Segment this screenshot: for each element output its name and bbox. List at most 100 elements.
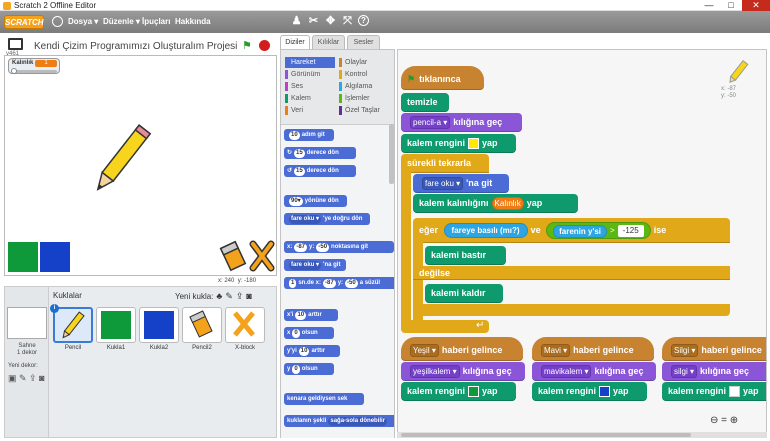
message-dropdown[interactable]: Silgi ▾ (671, 344, 699, 358)
stage-thumbnail[interactable] (7, 307, 47, 339)
when-receive-eraser-block[interactable]: Silgi ▾ haberi gelince (662, 337, 766, 361)
greater-than-operator[interactable]: farenin y'si > -125 (546, 222, 651, 240)
message-dropdown[interactable]: Mavi ▾ (541, 344, 571, 358)
compare-value-input[interactable]: -125 (617, 225, 644, 238)
duplicate-person-icon[interactable]: ♟ (290, 15, 303, 28)
cut-stamp-icon[interactable]: ✂ (307, 15, 320, 28)
new-backdrop-tools[interactable]: ▣ ✎ ⇪ ◙ (8, 373, 45, 384)
paint-sprite-icon[interactable]: ✎ (225, 291, 233, 301)
script-area-scrollbar[interactable] (397, 432, 767, 438)
pen-color-swatch[interactable] (599, 386, 611, 398)
zoom-reset-icon[interactable]: = (721, 415, 727, 426)
category-sensing[interactable]: Algılama (339, 81, 391, 92)
zoom-in-icon[interactable]: ⊕ (730, 415, 738, 426)
sprite-thumb-pencil2[interactable]: Pencil2 (182, 307, 222, 355)
category-data[interactable]: Veri (285, 105, 335, 116)
stage-canvas[interactable]: Kalınlık 1 (4, 55, 277, 276)
watcher-slider[interactable] (13, 70, 57, 73)
stop-icon[interactable] (259, 40, 270, 51)
camera-icon[interactable]: ◙ (246, 291, 251, 301)
variable-watcher[interactable]: Kalınlık 1 (8, 58, 60, 74)
shrink-icon[interactable]: ⤧ (341, 15, 354, 28)
costume-dropdown[interactable]: mavikalem ▾ (541, 365, 592, 379)
change-y-block[interactable]: y'yi 10 arttır (284, 345, 340, 357)
costume-dropdown[interactable]: yeşilkalem ▾ (410, 365, 460, 379)
switch-costume-blue-block[interactable]: mavikalem ▾ kılığına geç (532, 362, 656, 381)
message-dropdown[interactable]: Yeşil ▾ (410, 344, 439, 358)
set-x-block[interactable]: x 0 olsun (284, 327, 334, 339)
tab-scripts[interactable]: Diziler (280, 35, 310, 49)
menu-file[interactable]: Dosya ▾ (68, 17, 98, 26)
green-flag-icon[interactable]: ⚑ (242, 39, 252, 52)
costume-dropdown[interactable]: pencil-a ▾ (410, 116, 451, 130)
pen-color-swatch[interactable] (468, 138, 480, 150)
script-area[interactable]: ⚑ tıklanınca temizle pencil-a ▾ kılığına g… (397, 49, 767, 438)
pencil-sprite[interactable] (85, 121, 155, 201)
set-pen-color-blue-block[interactable]: kalem rengini yap (532, 382, 647, 401)
language-globe-icon[interactable] (52, 16, 63, 27)
menu-tips[interactable]: İpuçları (142, 17, 170, 26)
mouse-down-sensor[interactable]: fareye basılı (mı?) (443, 223, 528, 239)
rotation-style-block[interactable]: kuklanın şekli sağa-sola dönebilir (284, 415, 394, 427)
pen-down-block[interactable]: kalemi bastır (425, 246, 506, 265)
zoom-out-icon[interactable]: ⊖ (710, 415, 718, 426)
fullscreen-icon[interactable] (8, 38, 23, 50)
glide-block[interactable]: 1 sn.de x: -87 y: -50 a süzül (284, 277, 394, 289)
x-block-sprite[interactable] (249, 240, 275, 272)
category-motion[interactable]: Hareket (285, 57, 335, 68)
green-color-block[interactable] (8, 242, 38, 272)
sprite-library-icon[interactable]: ♣ (216, 291, 222, 301)
clear-block[interactable]: temizle (401, 93, 449, 112)
goto-dropdown[interactable]: fare oku ▾ (422, 177, 464, 191)
move-steps-block[interactable]: 10 adım git (284, 129, 334, 141)
minimize-button[interactable]: — (698, 0, 720, 11)
if-else-block[interactable]: eğer fareye basılı (mı?) ve farenin y'si >… (413, 218, 730, 243)
palette-scrollbar[interactable] (389, 124, 394, 184)
blue-color-block[interactable] (40, 242, 70, 272)
set-pen-color-block[interactable]: kalem rengini yap (401, 134, 516, 153)
mouse-y-reporter[interactable]: farenin y'si (553, 224, 608, 238)
pen-color-swatch[interactable] (729, 386, 741, 398)
costume-dropdown[interactable]: silgi ▾ (671, 365, 698, 379)
pen-up-block[interactable]: kalemi kaldır (425, 284, 503, 303)
go-to-block[interactable]: fare oku ▾'na git (413, 174, 509, 193)
upload-sprite-icon[interactable]: ⇪ (236, 291, 244, 301)
when-receive-green-block[interactable]: Yeşil ▾ haberi gelince (401, 337, 523, 361)
project-title[interactable]: Kendi Çizim Programımızı Oluşturalım Pro… (34, 41, 237, 52)
set-pen-size-block[interactable]: kalem kalınlığını Kalınlık yap (413, 194, 578, 213)
go-to-block[interactable]: fare oku ▾'na git (284, 259, 346, 271)
sprite-thumb-kukla2[interactable]: Kukla2 (139, 307, 179, 355)
scratch-logo[interactable]: SCRATCH (4, 15, 44, 29)
category-pen[interactable]: Kalem (285, 93, 335, 104)
sprite-thumb-pencil[interactable]: i Pencil (50, 304, 93, 355)
go-to-xy-block[interactable]: x: -87 y: -50 noktasına git (284, 241, 394, 253)
set-y-block[interactable]: y 0 olsun (284, 363, 334, 375)
turn-right-block[interactable]: ↻ 15 derece dön (284, 147, 356, 159)
menu-about[interactable]: Hakkında (175, 17, 211, 26)
category-events[interactable]: Olaylar (339, 57, 391, 68)
menu-edit[interactable]: Düzenle ▾ (103, 17, 140, 26)
grow-icon[interactable]: ✥ (324, 15, 337, 28)
bounce-block[interactable]: kenara geldiysen sek (284, 393, 364, 405)
close-button[interactable]: ✕ (742, 0, 770, 11)
switch-costume-green-block[interactable]: yeşilkalem ▾ kılığına geç (401, 362, 525, 381)
tab-sounds[interactable]: Sesler (347, 35, 380, 49)
switch-costume-block[interactable]: pencil-a ▾ kılığına geç (401, 113, 522, 132)
switch-costume-eraser-block[interactable]: silgi ▾ kılığına geç (662, 362, 766, 381)
forever-block[interactable]: sürekli tekrarla (401, 154, 489, 173)
turn-left-block[interactable]: ↺ 15 derece dön (284, 165, 356, 177)
point-direction-block[interactable]: 90▾ yönüne dön (284, 195, 347, 207)
kalinlik-variable-reporter[interactable]: Kalınlık (491, 197, 524, 211)
category-sound[interactable]: Ses (285, 81, 335, 92)
eraser-pencil-sprite[interactable] (219, 240, 247, 272)
scrollbar-thumb[interactable] (401, 433, 691, 437)
pen-color-swatch[interactable] (468, 386, 480, 398)
sprite-thumb-kukla1[interactable]: Kukla1 (96, 307, 136, 355)
set-pen-color-white-block[interactable]: kalem rengini yap (662, 382, 766, 401)
maximize-button[interactable]: □ (720, 0, 742, 11)
sprite-info-icon[interactable]: i (50, 304, 59, 313)
set-pen-color-green-block[interactable]: kalem rengini yap (401, 382, 516, 401)
category-looks[interactable]: Görünüm (285, 69, 335, 80)
sprite-thumb-x-block[interactable]: X-block (225, 307, 265, 355)
category-control[interactable]: Kontrol (339, 69, 391, 80)
